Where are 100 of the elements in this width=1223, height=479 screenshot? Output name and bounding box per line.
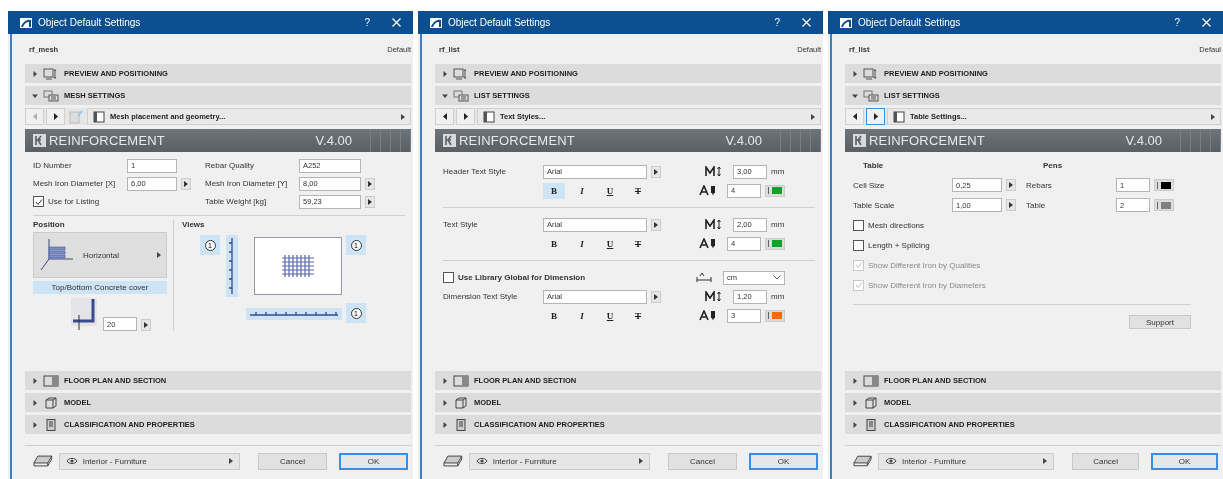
caret-icon [401, 113, 405, 120]
next-page-button[interactable] [456, 108, 475, 125]
help-button[interactable]: ? [1174, 17, 1180, 28]
checkbox-label: Length + Splicing [868, 240, 930, 250]
text-height-icon [705, 166, 723, 177]
ok-button[interactable]: OK [1151, 452, 1218, 470]
field-label: Table Scale [853, 200, 896, 210]
layer-dropdown[interactable]: Interior - Furniture [878, 452, 1055, 470]
concrete-cover-label: Top/Bottom Concrete cover [33, 281, 167, 294]
field-label: Dimension Text Style [443, 292, 519, 301]
text-style-button[interactable]: T [627, 307, 649, 324]
text-style-button[interactable]: I [571, 235, 593, 252]
app-logo-icon [840, 17, 852, 28]
close-icon[interactable] [392, 18, 401, 27]
banner-title: REINFORCEMENT [869, 133, 985, 148]
next-arrow-icon [53, 113, 58, 120]
support-button[interactable]: Support [1129, 315, 1191, 329]
caret-icon [811, 113, 815, 120]
help-button[interactable]: ? [774, 17, 780, 28]
window-title: Object Default Settings [448, 17, 551, 28]
pen-color-swatch[interactable] [1154, 199, 1174, 211]
text-style-button[interactable]: B [543, 182, 565, 199]
reinforcement-logo-icon [443, 134, 456, 147]
layer-icon [33, 454, 53, 468]
pen-color-swatch[interactable] [1154, 179, 1174, 191]
preview-icon [863, 67, 879, 80]
reinforcement-logo-icon [853, 134, 866, 147]
stepper-button[interactable] [651, 165, 661, 178]
window-title: Object Default Settings [38, 17, 141, 28]
stepper-button[interactable] [651, 290, 661, 303]
caret-icon [229, 458, 234, 464]
version-label: V.4.00 [315, 133, 352, 148]
app-logo-icon [20, 17, 32, 28]
field-label: Rebar Quality [205, 161, 255, 170]
stepper-button[interactable] [365, 195, 375, 208]
stepper-button[interactable] [181, 177, 191, 190]
previous-page-button[interactable] [845, 108, 864, 125]
field-label: Mesh Iron Diameter [X] [33, 179, 117, 188]
cancel-button[interactable]: Cancel [258, 452, 327, 470]
layer-dropdown[interactable]: Interior - Furniture [468, 452, 651, 470]
checkbox[interactable] [853, 219, 864, 231]
ok-button[interactable]: OK [339, 452, 408, 470]
stepper-button[interactable] [141, 319, 151, 331]
stepper-button[interactable] [1006, 199, 1016, 211]
layer-dropdown[interactable]: Interior - Furniture [58, 452, 241, 470]
next-arrow-icon [463, 113, 468, 120]
field-label: ID Number [33, 161, 73, 170]
checkbox[interactable] [33, 196, 44, 207]
document-icon [453, 418, 469, 431]
checkbox[interactable] [853, 239, 864, 251]
unit-label: mm [771, 292, 785, 301]
eye-icon [475, 457, 488, 465]
cube-icon [43, 396, 59, 409]
section-heading: Views [182, 220, 205, 229]
stepper-button[interactable] [1006, 179, 1016, 191]
document-icon [43, 418, 59, 431]
text-style-button[interactable]: I [571, 307, 593, 324]
document-icon [863, 418, 879, 431]
caret-icon [654, 168, 658, 175]
text-style-button[interactable]: T [627, 235, 649, 252]
preview-icon [453, 67, 469, 80]
version-label: V.4.00 [1125, 133, 1162, 148]
field-label: Cell Size [853, 180, 886, 190]
checkbox-label: Show Different Iron by Qualities [868, 260, 981, 270]
floor-plan-icon [43, 374, 59, 387]
text-style-button[interactable]: T [627, 182, 649, 199]
caret-icon [654, 221, 658, 228]
stepper-button[interactable] [365, 177, 375, 190]
caret-icon [1211, 113, 1215, 120]
settings-grid-icon [453, 89, 469, 102]
ok-button[interactable]: OK [749, 452, 818, 470]
cube-icon [863, 396, 879, 409]
previous-arrow-icon [852, 113, 857, 120]
text-style-button[interactable]: B [543, 307, 565, 324]
stepper-button[interactable] [651, 218, 661, 231]
version-label: V.4.00 [725, 133, 762, 148]
text-style-button[interactable]: B [543, 235, 565, 252]
preview-icon [43, 67, 59, 80]
checkbox[interactable] [443, 272, 454, 283]
pen-color-swatch[interactable] [765, 184, 785, 197]
next-page-button[interactable] [46, 108, 65, 125]
text-style-button[interactable]: U [599, 307, 621, 324]
help-button[interactable]: ? [364, 17, 370, 28]
close-icon[interactable] [802, 18, 811, 27]
reinforcement-logo-icon [33, 134, 46, 147]
field-label: Rebars [1026, 180, 1053, 190]
caret-icon [639, 458, 644, 464]
cancel-button[interactable]: Cancel [1072, 452, 1140, 470]
cancel-button[interactable]: Cancel [668, 452, 737, 470]
previous-page-button[interactable] [435, 108, 454, 125]
next-page-button[interactable] [866, 108, 885, 125]
pen-color-swatch[interactable] [765, 309, 785, 322]
caret-icon [1043, 458, 1048, 464]
pen-color-swatch[interactable] [765, 237, 785, 250]
orientation-selector[interactable]: Horizontal [33, 232, 167, 278]
text-style-button[interactable]: U [599, 182, 621, 199]
text-style-button[interactable]: U [599, 235, 621, 252]
close-icon[interactable] [1202, 18, 1211, 27]
section-heading: Position [33, 220, 66, 229]
text-style-button[interactable]: I [571, 182, 593, 199]
